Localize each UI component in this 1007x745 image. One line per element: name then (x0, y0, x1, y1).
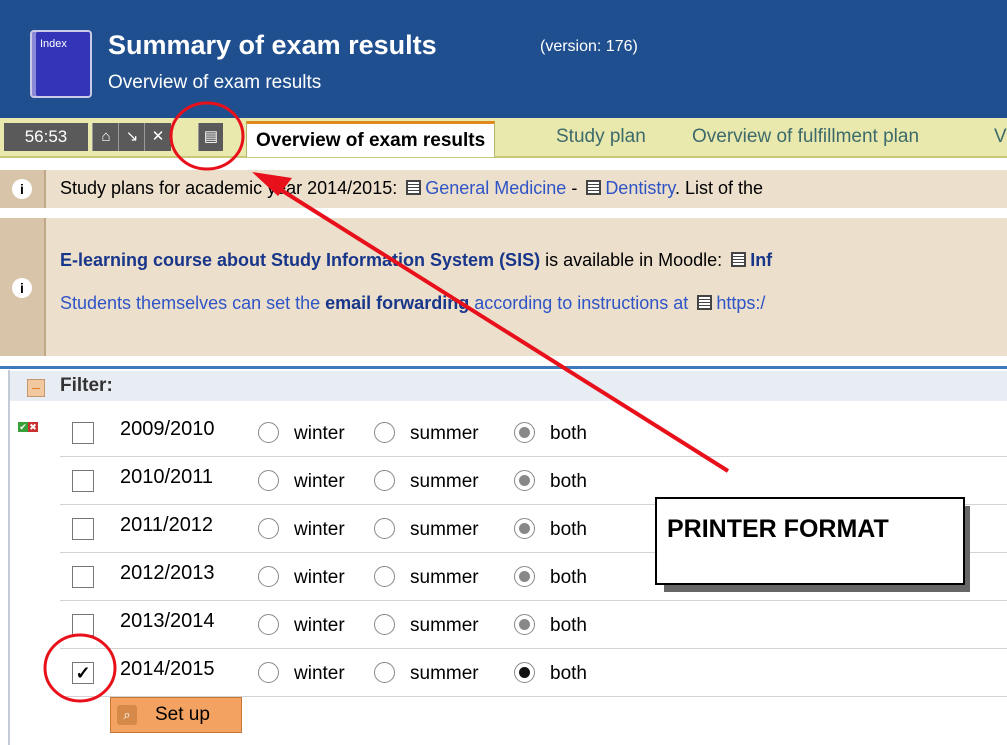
annotation-arrow-line (260, 176, 730, 473)
printer-format-callout: PRINTER FORMAT (655, 497, 965, 585)
highlight-circle-checkbox (43, 633, 117, 703)
highlight-circle-printer (169, 101, 245, 171)
annotation-overlay (43, 101, 730, 703)
callout-text: PRINTER FORMAT (667, 515, 889, 543)
